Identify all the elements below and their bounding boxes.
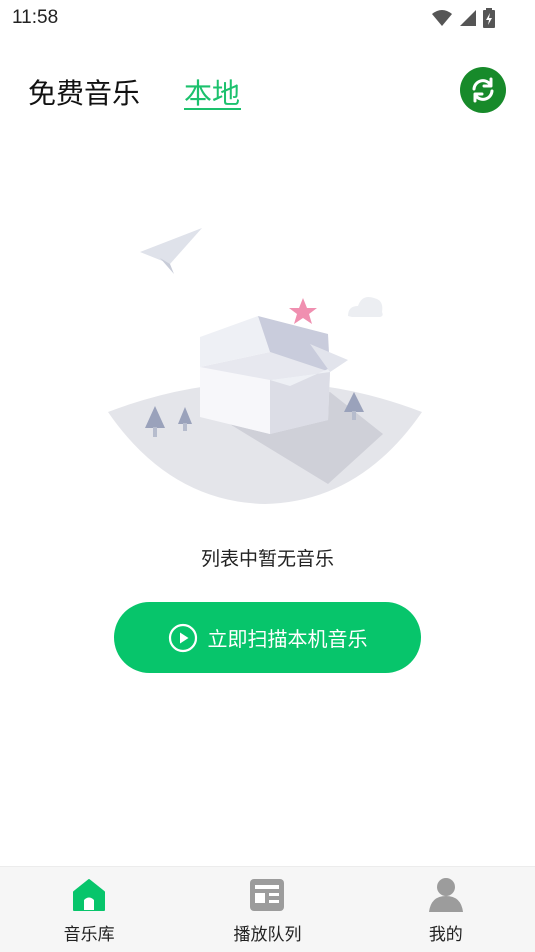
play-circle-icon xyxy=(168,623,197,652)
scan-button-label: 立即扫描本机音乐 xyxy=(207,627,368,651)
profile-icon xyxy=(428,878,463,912)
tab-local[interactable]: 本地 xyxy=(184,72,240,112)
nav-label-library: 音乐库 xyxy=(63,925,115,945)
top-tabs: 免费音乐 本地 xyxy=(0,60,535,120)
status-time: 11:58 xyxy=(12,7,59,28)
bottom-nav: 音乐库 播放队列 我的 xyxy=(0,866,535,952)
tab-free-music[interactable]: 免费音乐 xyxy=(28,72,140,112)
nav-item-profile[interactable]: 我的 xyxy=(357,867,535,952)
nav-label-profile: 我的 xyxy=(428,925,463,945)
empty-state-message: 列表中暂无音乐 xyxy=(200,548,334,570)
active-tab-indicator xyxy=(184,108,241,110)
nav-label-queue: 播放队列 xyxy=(233,925,302,945)
scan-local-music-button[interactable]: 立即扫描本机音乐 xyxy=(114,602,421,673)
empty-box-illustration xyxy=(108,228,422,504)
status-bar: 11:58 xyxy=(0,0,535,38)
wifi-icon xyxy=(432,10,452,26)
nav-item-library[interactable]: 音乐库 xyxy=(0,867,178,952)
refresh-icon xyxy=(472,77,494,103)
refresh-button[interactable] xyxy=(460,67,506,113)
home-icon xyxy=(73,879,106,911)
nav-item-queue[interactable]: 播放队列 xyxy=(178,867,356,952)
signal-icon xyxy=(460,10,476,26)
queue-icon xyxy=(250,879,285,911)
battery-icon xyxy=(483,8,495,28)
status-icons xyxy=(431,8,495,28)
